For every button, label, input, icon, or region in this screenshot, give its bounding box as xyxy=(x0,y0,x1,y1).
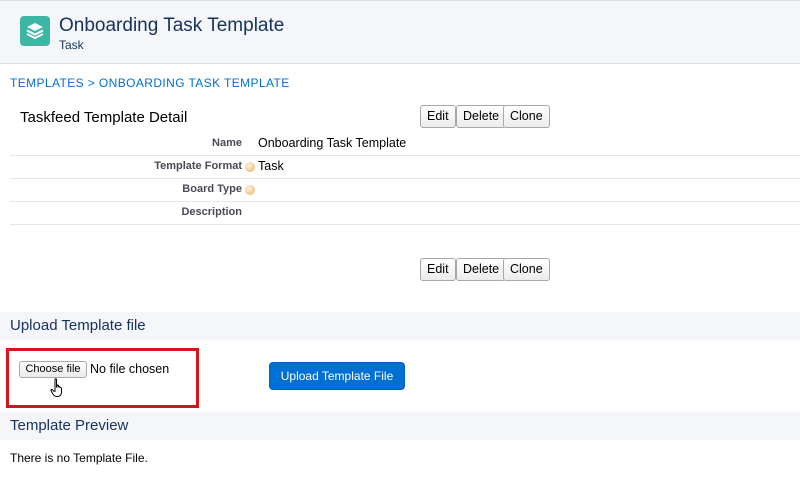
page-title: Onboarding Task Template xyxy=(59,15,285,36)
edit-button-bottom[interactable]: Edit xyxy=(420,258,456,281)
upload-section-title: Upload Template file xyxy=(10,317,146,334)
field-value: Onboarding Task Template xyxy=(258,136,407,150)
delete-button-bottom[interactable]: Delete xyxy=(456,258,507,281)
delete-button[interactable]: Delete xyxy=(456,105,507,128)
field-value: Task xyxy=(258,159,284,173)
field-row-description: Description xyxy=(10,202,800,225)
help-icon[interactable] xyxy=(245,185,255,195)
preview-section-title: Template Preview xyxy=(10,417,129,434)
stacked-layers-icon xyxy=(20,16,50,46)
field-label: Name xyxy=(212,137,242,149)
edit-button[interactable]: Edit xyxy=(420,105,456,128)
field-label: Description xyxy=(181,206,242,218)
field-row-template-format: Template Format Task xyxy=(10,156,800,179)
hand-pointer-icon xyxy=(50,378,62,397)
help-icon[interactable] xyxy=(245,162,255,172)
file-status: No file chosen xyxy=(90,362,170,376)
upload-template-file-button[interactable]: Upload Template File xyxy=(269,362,405,390)
upload-section-header: Upload Template file xyxy=(0,312,800,340)
page-header: Onboarding Task Template Task xyxy=(0,0,800,64)
field-row-board-type: Board Type xyxy=(10,179,800,202)
field-row-name: Name Onboarding Task Template xyxy=(10,133,800,156)
detail-title: Taskfeed Template Detail xyxy=(20,109,188,126)
breadcrumb[interactable]: TEMPLATES > ONBOARDING TASK TEMPLATE xyxy=(10,76,290,90)
field-label: Board Type xyxy=(182,183,242,195)
clone-button[interactable]: Clone xyxy=(503,105,550,128)
field-label: Template Format xyxy=(154,160,242,172)
choose-file-button[interactable]: Choose file xyxy=(19,361,87,378)
page-subtitle: Task xyxy=(59,38,84,52)
preview-section-header: Template Preview xyxy=(0,412,800,440)
preview-empty-message: There is no Template File. xyxy=(10,451,148,465)
highlight-box xyxy=(6,348,199,408)
clone-button-bottom[interactable]: Clone xyxy=(503,258,550,281)
